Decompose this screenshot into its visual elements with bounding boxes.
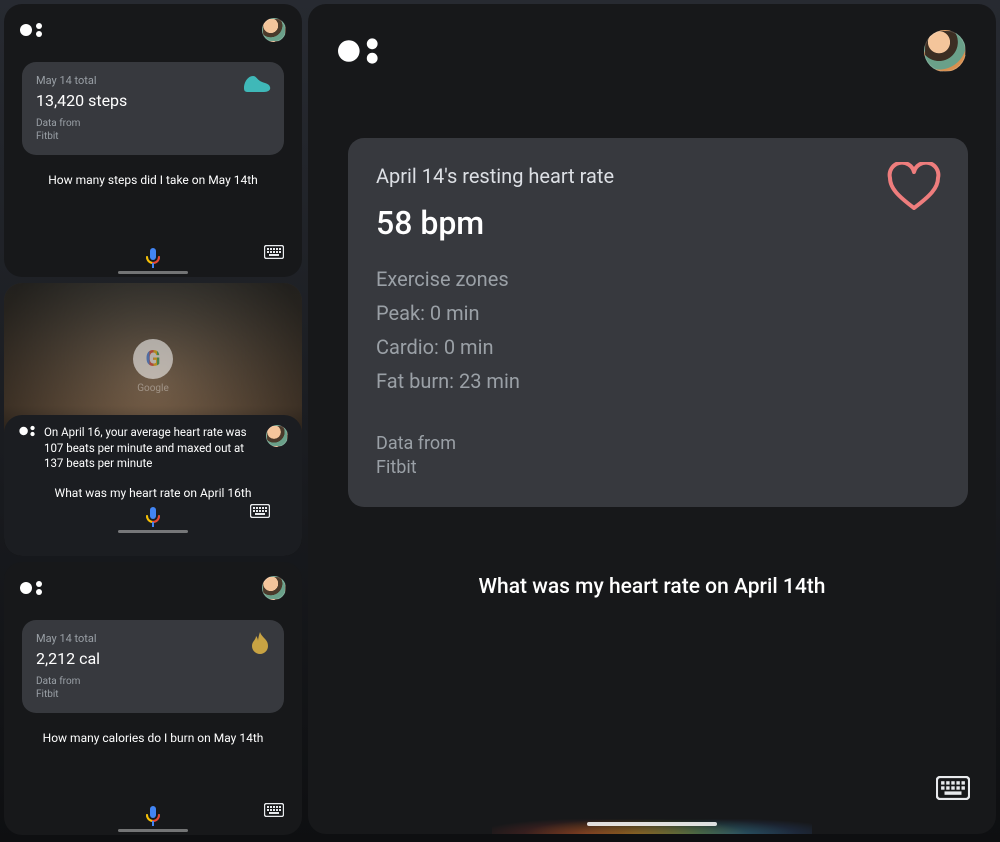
google-label: Google <box>137 383 169 394</box>
calories-data-card: May 14 total 2,212 cal Data from Fitbit <box>22 620 284 713</box>
exercise-zones: Exercise zones Peak: 0 min Cardio: 0 min… <box>376 262 940 398</box>
zone-fatburn: Fat burn: 23 min <box>376 364 940 398</box>
steps-label: May 14 total <box>36 74 270 87</box>
calories-value: 2,212 cal <box>36 649 270 668</box>
calories-label: May 14 total <box>36 632 270 645</box>
heartrate-response-text: On April 16, your average heart rate was… <box>44 425 258 472</box>
home-indicator[interactable] <box>118 271 188 274</box>
mic-icon[interactable] <box>145 506 161 528</box>
profile-avatar[interactable] <box>924 30 966 72</box>
assistant-logo-icon <box>20 23 42 37</box>
assistant-logo-icon <box>338 38 378 63</box>
zone-peak: Peak: 0 min <box>376 296 940 330</box>
zones-title: Exercise zones <box>376 262 940 296</box>
resting-hr-data-card: April 14's resting heart rate 58 bpm Exe… <box>348 138 968 507</box>
zone-cardio: Cardio: 0 min <box>376 330 940 364</box>
assistant-card-calories: May 14 total 2,212 cal Data from Fitbit … <box>4 562 302 835</box>
profile-avatar[interactable] <box>262 576 286 600</box>
keyboard-icon[interactable] <box>264 802 284 821</box>
calories-query: How many calories do I burn on May 14th <box>4 731 302 745</box>
steps-data-card: May 14 total 13,420 steps Data from Fitb… <box>22 62 284 155</box>
home-indicator[interactable] <box>118 530 188 533</box>
shoe-icon <box>242 72 272 98</box>
assistant-logo-icon <box>20 581 42 595</box>
flame-icon <box>248 630 272 662</box>
keyboard-icon[interactable] <box>264 244 284 263</box>
profile-avatar[interactable] <box>266 425 288 447</box>
mic-icon[interactable] <box>145 805 161 827</box>
resting-hr-label: April 14's resting heart rate <box>376 164 940 188</box>
google-logo-icon[interactable]: G <box>133 339 173 379</box>
assistant-logo-icon <box>19 426 34 436</box>
assistant-card-heartrate-text: G Google On April 16, your average heart… <box>4 283 302 556</box>
heartrate-query: What was my heart rate on April 16th <box>18 486 288 500</box>
mic-icon[interactable] <box>145 247 161 269</box>
profile-avatar[interactable] <box>262 18 286 42</box>
resting-hr-value: 58 bpm <box>376 204 940 242</box>
steps-source: Data from Fitbit <box>36 118 270 143</box>
resting-hr-source: Data from Fitbit <box>376 432 940 481</box>
assistant-glow <box>492 808 812 834</box>
assistant-card-resting-heartrate: April 14's resting heart rate 58 bpm Exe… <box>308 4 996 834</box>
home-indicator[interactable] <box>118 829 188 832</box>
resting-hr-query: What was my heart rate on April 14th <box>308 575 996 599</box>
heart-icon <box>886 162 942 216</box>
keyboard-icon[interactable] <box>936 776 970 804</box>
assistant-card-steps: May 14 total 13,420 steps Data from Fitb… <box>4 4 302 277</box>
steps-query: How many steps did I take on May 14th <box>4 173 302 187</box>
keyboard-icon[interactable] <box>250 503 270 522</box>
steps-value: 13,420 steps <box>36 91 270 110</box>
home-indicator[interactable] <box>587 822 717 826</box>
calories-source: Data from Fitbit <box>36 676 270 701</box>
